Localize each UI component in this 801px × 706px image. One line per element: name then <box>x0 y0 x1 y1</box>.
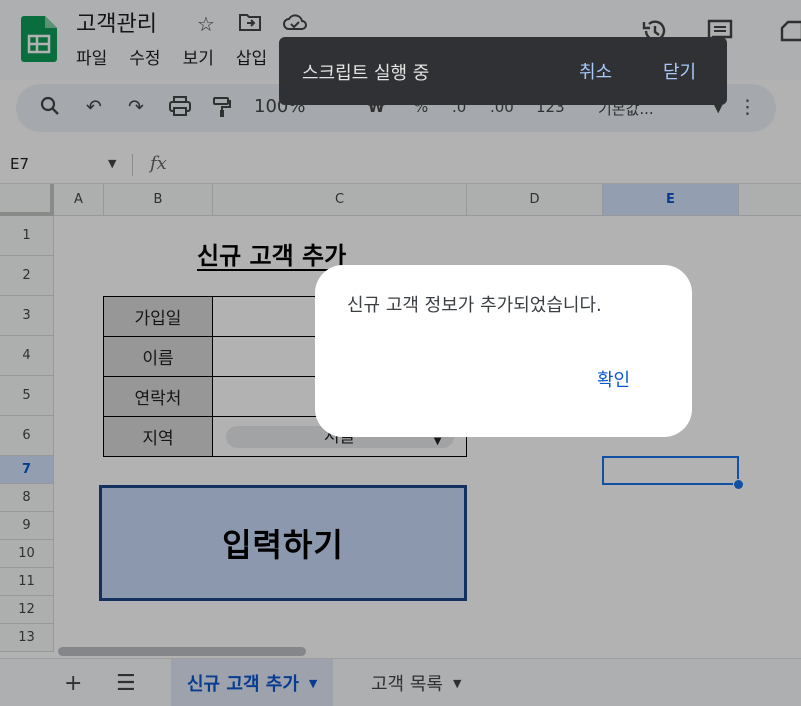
ok-button[interactable]: 확인 <box>597 366 630 392</box>
cancel-script-button[interactable]: 취소 <box>579 58 612 84</box>
close-snackbar-button[interactable]: 닫기 <box>663 58 696 84</box>
alert-dialog: 신규 고객 정보가 추가되었습니다. 확인 <box>315 265 692 437</box>
dialog-message: 신규 고객 정보가 추가되었습니다. <box>347 295 602 316</box>
snackbar-message: 스크립트 실행 중 <box>302 63 430 84</box>
script-running-snackbar: 스크립트 실행 중 취소 닫기 <box>279 37 727 105</box>
